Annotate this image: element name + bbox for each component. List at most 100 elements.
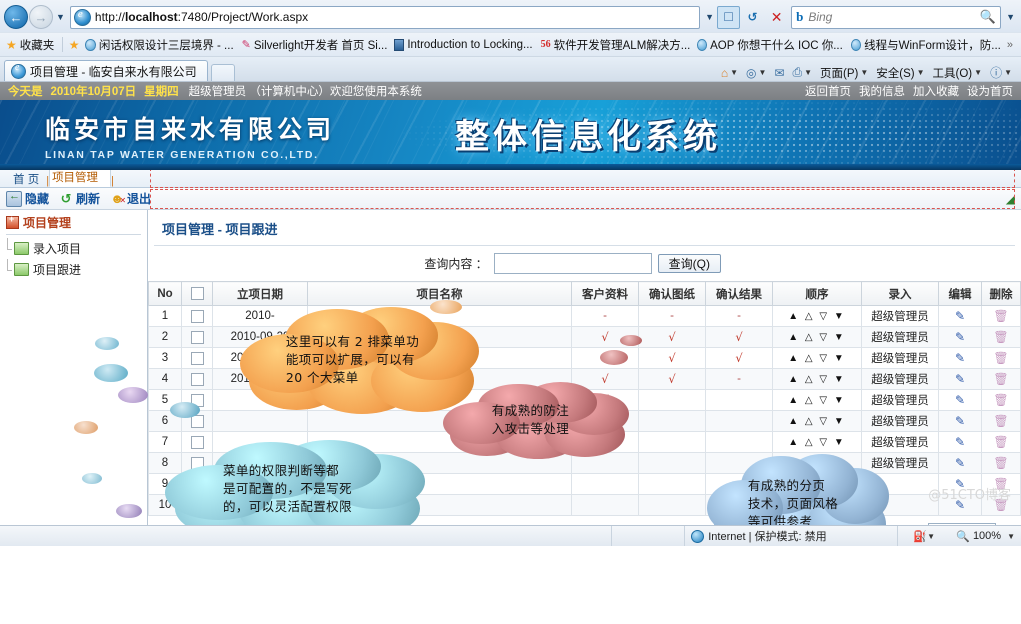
globe-icon <box>691 529 705 543</box>
chevron-down-icon[interactable]: ▼ <box>1007 532 1015 541</box>
row-checkbox[interactable] <box>181 305 213 327</box>
row-checkbox[interactable] <box>181 326 213 348</box>
zoom-level: 100% <box>972 530 1002 542</box>
edit-icon[interactable]: ✎ <box>938 410 982 432</box>
page-menu[interactable]: 页面(P) ▼ <box>817 65 871 81</box>
delete-icon[interactable]: 🗑 <box>981 347 1021 369</box>
chevron-down-icon[interactable]: ▼ <box>917 68 925 77</box>
search-input[interactable]: b Bing 🔍 <box>791 5 1002 29</box>
sidebar-item-label: 录入项目 <box>33 242 82 256</box>
chevron-down-icon[interactable]: ▼ <box>860 68 868 77</box>
cell-order-arrows[interactable]: ▲ △ ▽ ▼ <box>772 326 862 348</box>
delete-icon[interactable]: 🗑 <box>981 326 1021 348</box>
link-home[interactable]: 返回首页 <box>805 83 851 99</box>
sidebar-group-project-management[interactable]: 项目管理 <box>0 210 147 234</box>
delete-icon[interactable]: 🗑 <box>981 389 1021 411</box>
search-icon[interactable]: 🔍 <box>980 9 996 25</box>
print-button[interactable]: ⎙ ▼ <box>789 65 815 80</box>
folder-icon <box>14 242 29 255</box>
col-select[interactable] <box>181 281 213 306</box>
recent-pages-chevron-down-icon[interactable]: ▼ <box>54 12 67 22</box>
nav-separator: | <box>111 175 114 187</box>
delete-icon[interactable]: 🗑 <box>981 305 1021 327</box>
chevron-down-icon[interactable]: ▼ <box>974 68 982 77</box>
address-chevron-down-icon[interactable]: ▼ <box>703 12 716 22</box>
row-checkbox[interactable] <box>181 347 213 369</box>
cell-order-arrows[interactable]: ▲ △ ▽ ▼ <box>772 305 862 327</box>
security-zone[interactable]: Internet | 保护模式: 禁用 <box>685 526 899 546</box>
edit-icon[interactable]: ✎ <box>938 326 982 348</box>
favorites-overflow-icon[interactable]: » <box>1007 39 1017 51</box>
cell-order-arrows[interactable]: ▲ △ ▽ ▼ <box>772 431 862 453</box>
tools-menu[interactable]: 工具(O) ▼ <box>930 65 986 81</box>
nav-tab-project-management[interactable]: 项目管理 <box>49 167 112 187</box>
select-all-checkbox[interactable] <box>190 287 204 300</box>
sidebar-item-enter-project[interactable]: 录入项目 <box>0 238 147 259</box>
cell-order-arrows[interactable]: ▲ △ ▽ ▼ <box>772 347 862 369</box>
delete-icon[interactable]: 🗑 <box>981 431 1021 453</box>
refresh-button[interactable]: ↺ 刷新 <box>59 190 100 207</box>
chevron-down-icon[interactable]: ▼ <box>804 68 812 77</box>
query-button[interactable]: 查询(Q) <box>657 254 721 273</box>
chevron-down-icon[interactable]: ▼ <box>730 68 738 77</box>
delete-icon[interactable]: 🗑 <box>981 410 1021 432</box>
zoom-control[interactable]: 🔍 100% ▼ <box>950 526 1021 546</box>
edit-icon[interactable]: ✎ <box>938 452 982 474</box>
link-my-info[interactable]: 我的信息 <box>859 83 905 99</box>
edit-icon[interactable]: ✎ <box>938 368 982 390</box>
sidebar-item-project-followup[interactable]: 项目跟进 <box>0 259 147 280</box>
cell-order-arrows[interactable]: ▲ △ ▽ ▼ <box>772 389 862 411</box>
browser-tab[interactable]: 项目管理 - 临安自来水有限公司 <box>4 60 208 81</box>
cell-order-arrows[interactable]: ▲ △ ▽ ▼ <box>772 368 862 390</box>
cell-drawing <box>638 431 706 453</box>
edit-icon[interactable]: ✎ <box>938 389 982 411</box>
home-button[interactable]: ⌂ ▼ <box>718 66 741 80</box>
query-input[interactable] <box>493 253 652 274</box>
search-provider-chevron-down-icon[interactable]: ▼ <box>1004 12 1017 22</box>
add-favorite-star-icon[interactable]: ★ <box>69 38 80 52</box>
favorites-button[interactable]: ★ 收藏夹 <box>4 37 56 53</box>
favorite-link[interactable]: 闲话权限设计三层境界 - ... <box>83 37 235 53</box>
chevron-down-icon[interactable]: ▼ <box>758 68 766 77</box>
pen-icon: ✎ <box>241 39 251 51</box>
link-set-homepage[interactable]: 设为首页 <box>967 83 1013 99</box>
favorite-link[interactable]: 线程与WinForm设计，防... <box>849 37 1003 53</box>
page-jump-select[interactable]: 1 ▼ <box>927 523 996 525</box>
company-identity: 临安市自来水有限公司 LINAN TAP WATER GENERATION CO… <box>45 110 335 161</box>
refresh-icon[interactable]: ↺ <box>741 6 764 29</box>
chevron-down-icon[interactable]: ▼ <box>1004 68 1012 77</box>
favorite-link[interactable]: ✎ Silverlight开发者 首页 Si... <box>240 37 388 53</box>
row-checkbox[interactable] <box>181 368 213 390</box>
hide-button[interactable]: 隐藏 <box>6 190 49 207</box>
forward-button-icon[interactable]: → <box>29 5 53 29</box>
link-add-favorite[interactable]: 加入收藏 <box>913 83 959 99</box>
cell-customer <box>571 473 639 495</box>
stop-icon[interactable]: ✕ <box>765 6 788 29</box>
hide-icon <box>6 190 22 207</box>
mail-button[interactable]: ✉ <box>771 66 787 80</box>
nav-tab-home[interactable]: 首 页 <box>6 170 46 187</box>
delete-icon[interactable]: 🗑 <box>981 452 1021 474</box>
favorite-link[interactable]: 56 软件开发管理ALM解决方... <box>539 37 691 53</box>
new-tab-button[interactable] <box>210 64 235 81</box>
back-button-icon[interactable]: ← <box>4 5 28 29</box>
edit-icon[interactable]: ✎ <box>938 347 982 369</box>
compatibility-view-icon[interactable]: ☐ <box>717 5 741 29</box>
edit-icon[interactable]: ✎ <box>938 431 982 453</box>
zoom-chevron[interactable]: ⛽ ▼ <box>898 526 950 546</box>
delete-icon[interactable]: 🗑 <box>981 368 1021 390</box>
col-drawing: 确认图纸 <box>638 281 706 306</box>
blue-globe-icon <box>850 38 862 51</box>
feeds-button[interactable]: ◎ ▼ <box>743 66 769 80</box>
favorite-link[interactable]: Introduction to Locking... <box>392 38 535 51</box>
favorite-link[interactable]: AOP 你想干什么 IOC 你... <box>695 37 845 53</box>
edit-icon[interactable]: ✎ <box>938 305 982 327</box>
cell-order-arrows[interactable]: ▲ △ ▽ ▼ <box>772 410 862 432</box>
safety-menu[interactable]: 安全(S) ▼ <box>873 65 927 81</box>
address-input[interactable]: http://localhost:7480/Project/Work.aspx <box>69 5 701 29</box>
exit-button[interactable]: ☻ 退出 <box>110 190 151 207</box>
help-menu[interactable]: ⓘ ▼ <box>987 64 1015 81</box>
status-spacer <box>612 526 686 546</box>
page-menu-label: 页面(P) <box>820 67 859 80</box>
cell-customer <box>571 494 639 516</box>
